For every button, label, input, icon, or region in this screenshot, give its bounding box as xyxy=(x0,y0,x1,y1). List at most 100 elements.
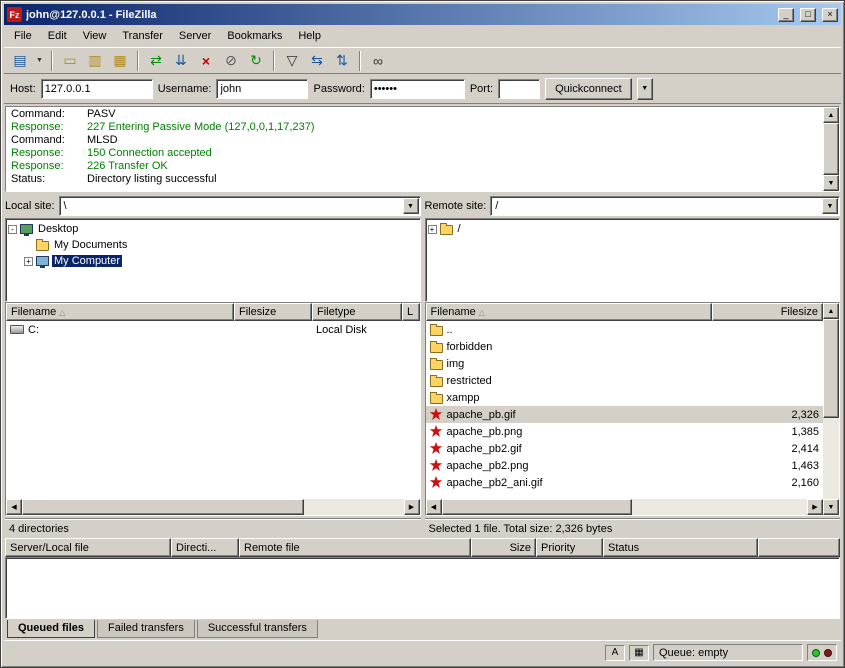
chevron-down-icon[interactable]: ▼ xyxy=(403,198,419,214)
scroll-right-icon[interactable]: ▶ xyxy=(404,499,420,515)
disconnect-button[interactable]: ⊘ xyxy=(219,50,243,72)
file-size-cell: 1,463 xyxy=(712,460,824,472)
column-header-filesize[interactable]: Filesize xyxy=(712,303,824,321)
quickconnect-dropdown-button[interactable]: ▼ xyxy=(637,78,653,100)
site-manager-icon: ▤ xyxy=(13,52,26,69)
menu-bookmarks[interactable]: Bookmarks xyxy=(219,27,290,45)
toggle-message-log-button[interactable]: ▭ xyxy=(58,50,82,72)
directory-comparison-button[interactable]: ⇆ xyxy=(305,50,329,72)
scrollbar-thumb[interactable] xyxy=(823,123,839,175)
expand-icon[interactable]: + xyxy=(24,257,33,266)
file-type-cell: Local Disk xyxy=(312,324,402,336)
scroll-left-icon[interactable]: ◀ xyxy=(426,499,442,515)
scrollbar-track[interactable] xyxy=(442,499,808,515)
tree-item-my-computer[interactable]: + My Computer xyxy=(8,253,418,269)
remote-vertical-scrollbar[interactable]: ▲ ▼ xyxy=(823,303,839,515)
log-scrollbar[interactable]: ▲ ▼ xyxy=(823,107,839,191)
column-header-direction[interactable]: Directi... xyxy=(171,538,239,557)
computer-icon xyxy=(36,256,49,266)
process-queue-button[interactable]: ⇊ xyxy=(169,50,193,72)
username-label: Username: xyxy=(158,83,212,95)
remote-file-row[interactable]: xampp xyxy=(426,389,824,406)
chevron-down-icon[interactable]: ▼ xyxy=(822,198,838,214)
tree-item-root[interactable]: + / xyxy=(428,221,838,237)
scrollbar-track[interactable] xyxy=(823,123,839,175)
remote-file-row[interactable]: apache_pb2_ani.gif 2,160 xyxy=(426,474,824,491)
close-button[interactable]: × xyxy=(822,8,838,22)
remote-file-row[interactable]: apache_pb2.png 1,463 xyxy=(426,457,824,474)
remote-file-row[interactable]: img xyxy=(426,355,824,372)
username-input[interactable] xyxy=(216,79,308,99)
scrollbar-track[interactable] xyxy=(22,499,404,515)
remote-horizontal-scrollbar[interactable]: ◀ ▶ xyxy=(426,499,824,515)
column-header-status[interactable]: Status xyxy=(603,538,758,557)
scroll-down-icon[interactable]: ▼ xyxy=(823,175,839,191)
expand-icon[interactable]: + xyxy=(428,225,437,234)
tree-item-my-documents[interactable]: My Documents xyxy=(8,237,418,253)
tab-successful-transfers[interactable]: Successful transfers xyxy=(197,620,318,638)
scrollbar-thumb[interactable] xyxy=(22,499,304,515)
reconnect-icon: ↻ xyxy=(250,52,262,69)
password-input[interactable] xyxy=(370,79,465,99)
remote-site-combobox[interactable]: / ▼ xyxy=(490,196,840,216)
column-header-remote-file[interactable]: Remote file xyxy=(239,538,471,557)
column-header-size[interactable]: Size xyxy=(471,538,536,557)
local-horizontal-scrollbar[interactable]: ◀ ▶ xyxy=(6,499,420,515)
toggle-transfer-queue-button[interactable]: ▦ xyxy=(108,50,132,72)
reconnect-button[interactable]: ↻ xyxy=(244,50,268,72)
directory-trees-icon: ▥ xyxy=(88,52,101,69)
toolbar-separator xyxy=(51,51,53,71)
scrollbar-thumb[interactable] xyxy=(823,319,839,418)
remote-file-row[interactable]: restricted xyxy=(426,372,824,389)
collapse-icon[interactable]: - xyxy=(8,225,17,234)
remote-pane: Remote site: / ▼ + / Filename△ Filesize xyxy=(425,194,841,538)
column-header-filesize[interactable]: Filesize xyxy=(234,303,312,321)
scroll-down-icon[interactable]: ▼ xyxy=(823,499,839,515)
column-header-lastmodified[interactable]: L xyxy=(402,303,420,321)
quickconnect-button[interactable]: Quickconnect xyxy=(545,78,632,100)
column-header-filename[interactable]: Filename△ xyxy=(426,303,712,321)
menu-server[interactable]: Server xyxy=(171,27,219,45)
scrollbar-thumb[interactable] xyxy=(442,499,632,515)
maximize-button[interactable]: □ xyxy=(800,8,816,22)
site-manager-dropdown-button[interactable]: ▼ xyxy=(33,50,46,72)
remote-site-label: Remote site: xyxy=(425,200,487,212)
remote-file-row[interactable]: apache_pb.png 1,385 xyxy=(426,423,824,440)
scroll-up-icon[interactable]: ▲ xyxy=(823,107,839,123)
scroll-right-icon[interactable]: ▶ xyxy=(807,499,823,515)
file-size-cell: 1,385 xyxy=(712,426,824,438)
scrollbar-track[interactable] xyxy=(823,319,839,499)
column-header-filename[interactable]: Filename△ xyxy=(6,303,234,321)
cancel-button[interactable]: × xyxy=(194,50,218,72)
host-input[interactable] xyxy=(41,79,153,99)
local-site-combobox[interactable]: \ ▼ xyxy=(59,196,421,216)
menu-edit[interactable]: Edit xyxy=(40,27,75,45)
site-manager-button[interactable]: ▤ xyxy=(8,50,32,72)
scroll-up-icon[interactable]: ▲ xyxy=(823,303,839,319)
filter-button[interactable]: ▽ xyxy=(280,50,304,72)
tree-item-desktop[interactable]: - Desktop xyxy=(8,221,418,237)
remote-file-row-selected[interactable]: apache_pb.gif 2,326 xyxy=(426,406,824,423)
remote-file-row[interactable]: .. xyxy=(426,321,824,338)
scroll-left-icon[interactable]: ◀ xyxy=(6,499,22,515)
synchronized-browsing-button[interactable]: ⇅ xyxy=(330,50,354,72)
menu-file[interactable]: File xyxy=(6,27,40,45)
local-site-value: \ xyxy=(64,200,403,212)
menu-view[interactable]: View xyxy=(75,27,115,45)
file-row-c-drive[interactable]: C: Local Disk xyxy=(6,321,420,338)
log-line: Response:226 Transfer OK xyxy=(11,160,818,173)
tab-failed-transfers[interactable]: Failed transfers xyxy=(97,620,195,638)
minimize-button[interactable]: _ xyxy=(778,8,794,22)
column-header-priority[interactable]: Priority xyxy=(536,538,603,557)
port-input[interactable] xyxy=(498,79,540,99)
column-header-server-local-file[interactable]: Server/Local file xyxy=(5,538,171,557)
menu-help[interactable]: Help xyxy=(290,27,329,45)
remote-file-row[interactable]: forbidden xyxy=(426,338,824,355)
toggle-directory-trees-button[interactable]: ▥ xyxy=(83,50,107,72)
menu-transfer[interactable]: Transfer xyxy=(114,27,171,45)
column-header-filetype[interactable]: Filetype xyxy=(312,303,402,321)
remote-file-row[interactable]: apache_pb2.gif 2,414 xyxy=(426,440,824,457)
find-files-button[interactable]: ∞ xyxy=(366,50,390,72)
refresh-button[interactable]: ⇄ xyxy=(144,50,168,72)
tab-queued-files[interactable]: Queued files xyxy=(7,620,95,638)
